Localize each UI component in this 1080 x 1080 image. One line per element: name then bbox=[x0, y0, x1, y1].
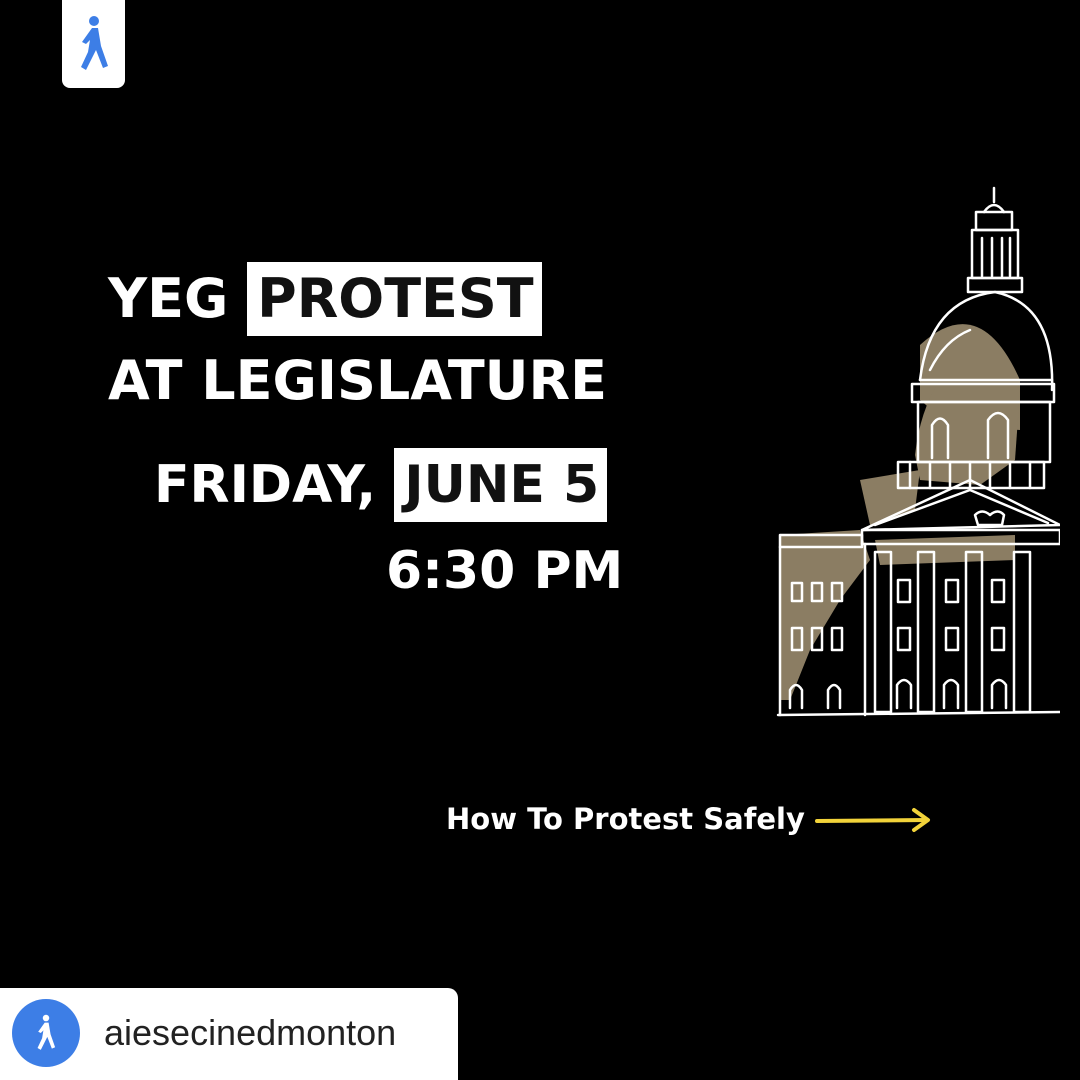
headline-line-1: YEG PROTEST bbox=[108, 262, 542, 336]
brand-logo bbox=[62, 0, 125, 88]
day-label: FRIDAY, bbox=[154, 455, 395, 515]
headline-line-2: AT LEGISLATURE bbox=[108, 349, 607, 412]
time-label: 6:30 PM bbox=[386, 541, 624, 601]
how-to-protest-safely-link[interactable]: How To Protest Safely bbox=[446, 798, 805, 840]
walking-person-icon bbox=[80, 16, 108, 70]
date-highlight: JUNE 5 bbox=[394, 448, 608, 522]
date-line: FRIDAY, JUNE 5 bbox=[154, 448, 608, 522]
repost-account-bar[interactable]: aiesecinedmonton bbox=[0, 988, 458, 1080]
avatar[interactable] bbox=[12, 999, 80, 1067]
walking-person-icon bbox=[37, 1014, 56, 1050]
legislature-building-illustration bbox=[776, 186, 1060, 717]
arrow-right-icon bbox=[815, 808, 930, 832]
headline-protest-highlight: PROTEST bbox=[247, 262, 542, 336]
headline-yeg: YEG bbox=[108, 267, 248, 330]
account-username[interactable]: aiesecinedmonton bbox=[104, 1010, 396, 1056]
